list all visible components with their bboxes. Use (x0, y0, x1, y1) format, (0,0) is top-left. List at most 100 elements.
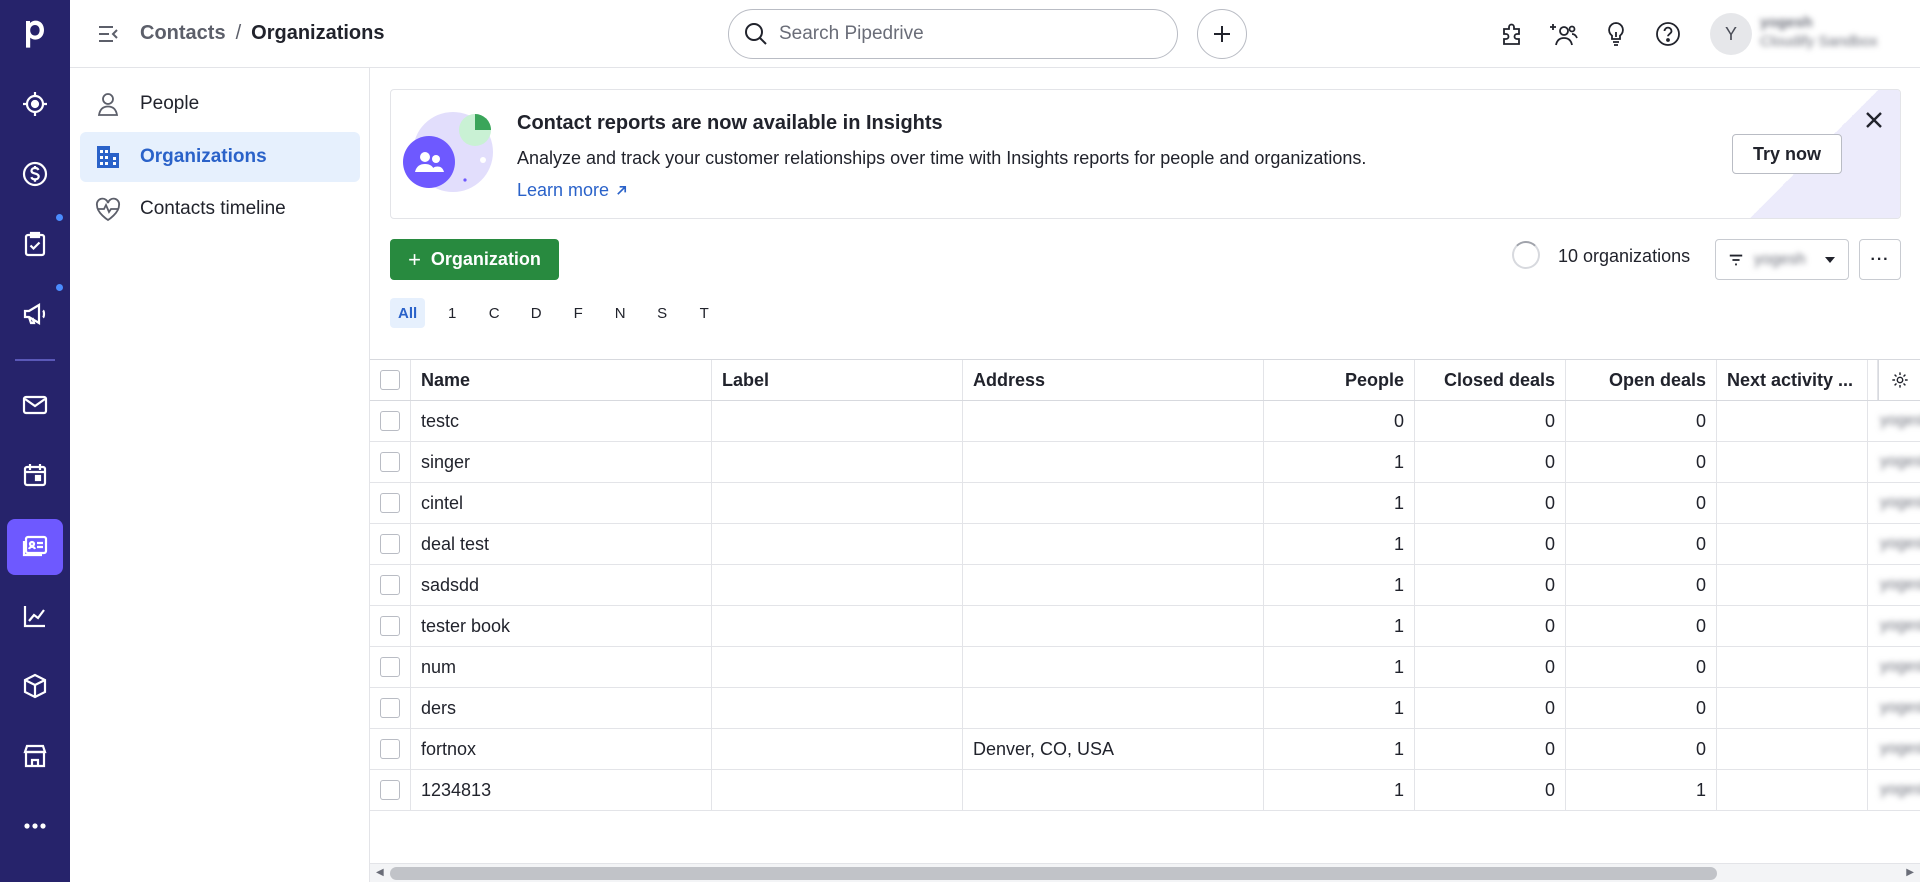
cell-name[interactable]: num (411, 647, 712, 687)
cell-closed-deals[interactable]: 0 (1415, 524, 1566, 564)
invite-users-icon[interactable] (1548, 18, 1580, 50)
cell-address[interactable] (963, 483, 1264, 523)
row-checkbox[interactable] (380, 452, 400, 472)
add-organization-button[interactable]: + Organization (390, 239, 559, 280)
search-box[interactable] (728, 9, 1178, 59)
cell-open-deals[interactable]: 0 (1566, 565, 1717, 605)
cell-label[interactable] (712, 606, 963, 646)
cell-closed-deals[interactable]: 0 (1415, 688, 1566, 728)
cell-people[interactable]: 0 (1264, 401, 1415, 441)
subnav-item-contacts-timeline[interactable]: Contacts timeline (80, 184, 360, 234)
table-row[interactable]: deal test100yogesh (370, 524, 1920, 565)
deals-icon[interactable] (7, 146, 63, 202)
cell-open-deals[interactable]: 0 (1566, 606, 1717, 646)
row-checkbox[interactable] (380, 493, 400, 513)
cell-owner[interactable]: yogesh (1868, 483, 1920, 523)
cell-owner[interactable]: yogesh (1868, 606, 1920, 646)
more-apps-icon[interactable] (7, 798, 63, 854)
cell-next-activity[interactable] (1717, 770, 1868, 810)
cell-address[interactable] (963, 647, 1264, 687)
cell-closed-deals[interactable]: 0 (1415, 401, 1566, 441)
cell-label[interactable] (712, 688, 963, 728)
cell-next-activity[interactable] (1717, 483, 1868, 523)
column-header-closed-deals[interactable]: Closed deals (1415, 360, 1566, 400)
cell-address[interactable] (963, 401, 1264, 441)
row-checkbox[interactable] (380, 657, 400, 677)
table-row[interactable]: sadsdd100yogesh (370, 565, 1920, 606)
cell-name[interactable]: ders (411, 688, 712, 728)
row-checkbox[interactable] (380, 411, 400, 431)
cell-name[interactable]: deal test (411, 524, 712, 564)
close-icon[interactable] (1862, 108, 1886, 132)
alpha-filter-1[interactable]: 1 (437, 298, 467, 328)
cell-address[interactable] (963, 688, 1264, 728)
column-header-address[interactable]: Address (963, 360, 1264, 400)
cell-open-deals[interactable]: 1 (1566, 770, 1717, 810)
cell-address[interactable] (963, 524, 1264, 564)
breadcrumb-contacts[interactable]: Contacts (140, 22, 226, 45)
cell-owner[interactable]: yogesh (1868, 442, 1920, 482)
collapse-menu-icon[interactable] (96, 22, 120, 46)
cell-open-deals[interactable]: 0 (1566, 647, 1717, 687)
cell-people[interactable]: 1 (1264, 524, 1415, 564)
row-checkbox[interactable] (380, 616, 400, 636)
user-avatar[interactable]: Y (1710, 13, 1752, 55)
cell-address[interactable] (963, 606, 1264, 646)
cell-people[interactable]: 1 (1264, 688, 1415, 728)
learn-more-link[interactable]: Learn more (517, 180, 628, 201)
alpha-filter-all[interactable]: All (390, 298, 426, 328)
scrollbar-thumb[interactable] (390, 867, 1717, 880)
cell-next-activity[interactable] (1717, 606, 1868, 646)
subnav-item-organizations[interactable]: Organizations (80, 132, 360, 182)
cell-closed-deals[interactable]: 0 (1415, 729, 1566, 769)
marketplace-store-icon[interactable] (7, 728, 63, 784)
select-all-checkbox[interactable] (380, 370, 400, 390)
row-checkbox[interactable] (380, 534, 400, 554)
scroll-left-arrow-icon[interactable]: ◀ (376, 867, 384, 878)
column-settings-button[interactable] (1878, 360, 1920, 400)
cell-open-deals[interactable]: 0 (1566, 688, 1717, 728)
cell-closed-deals[interactable]: 0 (1415, 565, 1566, 605)
cell-owner[interactable]: yogesh (1868, 647, 1920, 687)
alpha-filter-n[interactable]: N (605, 298, 635, 328)
cell-open-deals[interactable]: 0 (1566, 401, 1717, 441)
table-row[interactable]: singer100yogesh (370, 442, 1920, 483)
try-now-button[interactable]: Try now (1732, 134, 1842, 174)
cell-open-deals[interactable]: 0 (1566, 442, 1717, 482)
more-actions-button[interactable]: ··· (1859, 239, 1901, 280)
cell-open-deals[interactable]: 0 (1566, 524, 1717, 564)
cell-owner[interactable]: yogesh (1868, 524, 1920, 564)
column-header-next-activity[interactable]: Next activity ... (1717, 360, 1868, 400)
alpha-filter-c[interactable]: C (479, 298, 509, 328)
horizontal-scrollbar[interactable]: ◀ ▶ (370, 863, 1920, 882)
cell-label[interactable] (712, 524, 963, 564)
insights-chart-icon[interactable] (7, 588, 63, 644)
search-input[interactable] (779, 23, 1159, 45)
cell-name[interactable]: cintel (411, 483, 712, 523)
column-header-name[interactable]: Name (411, 360, 712, 400)
products-box-icon[interactable] (7, 658, 63, 714)
quick-add-button[interactable] (1197, 9, 1247, 59)
cell-people[interactable]: 1 (1264, 483, 1415, 523)
pipedrive-logo[interactable] (0, 0, 70, 68)
table-row[interactable]: cintel100yogesh (370, 483, 1920, 524)
alpha-filter-f[interactable]: F (563, 298, 593, 328)
cell-name[interactable]: tester book (411, 606, 712, 646)
cell-closed-deals[interactable]: 0 (1415, 442, 1566, 482)
extensions-puzzle-icon[interactable] (1496, 18, 1528, 50)
table-row[interactable]: 1234813 101 yogesh (370, 770, 1920, 811)
row-checkbox[interactable] (380, 698, 400, 718)
cell-label[interactable] (712, 729, 963, 769)
cell-owner[interactable]: yogesh (1868, 729, 1920, 769)
cell-next-activity[interactable] (1717, 524, 1868, 564)
contacts-icon[interactable] (7, 519, 63, 575)
cell-owner[interactable]: yogesh (1868, 688, 1920, 728)
help-icon[interactable] (1652, 18, 1684, 50)
row-checkbox[interactable] (380, 780, 400, 800)
cell-name[interactable]: fortnox (411, 729, 712, 769)
table-row[interactable]: tester book100yogesh (370, 606, 1920, 647)
leads-icon[interactable] (7, 76, 63, 132)
cell-people[interactable]: 1 (1264, 770, 1415, 810)
cell-label[interactable] (712, 770, 963, 810)
cell-people[interactable]: 1 (1264, 647, 1415, 687)
